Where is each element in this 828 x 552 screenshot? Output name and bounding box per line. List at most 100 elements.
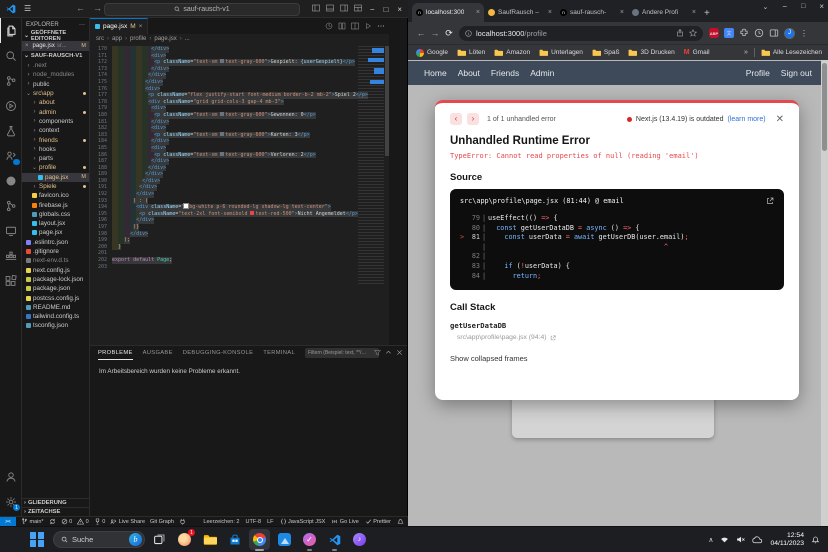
- file-tailwind-config-ts[interactable]: tailwind.config.ts: [22, 312, 89, 321]
- nav-link-sign-out[interactable]: Sign out: [781, 68, 812, 78]
- taskbar-search-input[interactable]: Suche b: [53, 531, 145, 548]
- prev-error-button[interactable]: ‹: [450, 113, 462, 125]
- task-view-icon[interactable]: [149, 529, 170, 550]
- menu-icon[interactable]: ☰: [24, 4, 31, 13]
- next-error-button[interactable]: ›: [467, 113, 479, 125]
- folder-spiele[interactable]: › Spiele: [22, 182, 89, 191]
- vscode-icon[interactable]: [324, 529, 345, 551]
- side-panel-icon[interactable]: [769, 28, 779, 38]
- start-button-icon[interactable]: [30, 532, 45, 547]
- file-package-lock-json[interactable]: package-lock.json: [22, 275, 89, 284]
- toggle-sidebar-icon[interactable]: [312, 4, 320, 12]
- editor-scrollbar[interactable]: [385, 46, 389, 156]
- panel-tab-debugging-konsole[interactable]: DEBUGGING-KONSOLE: [183, 350, 254, 356]
- live-share-icon[interactable]: [0, 143, 22, 168]
- close-tab-icon[interactable]: ×: [692, 9, 696, 16]
- filter-icon[interactable]: [374, 349, 381, 356]
- file-next-config-js[interactable]: next.config.js: [22, 266, 89, 275]
- folder-components[interactable]: › components: [22, 117, 89, 126]
- testing-icon[interactable]: [0, 118, 22, 143]
- editor-tab-pagejsx[interactable]: page.jsx M ×: [90, 18, 149, 34]
- remote-indicator[interactable]: ><: [0, 516, 16, 527]
- split-editor-icon[interactable]: [351, 22, 359, 30]
- status-item-javascript-jsx[interactable]: JavaScript JSX: [280, 518, 325, 525]
- containers-icon[interactable]: [0, 243, 22, 268]
- file-layout-jsx[interactable]: layout.jsx: [22, 219, 89, 228]
- file-package-json[interactable]: package.json: [22, 284, 89, 293]
- customize-layout-icon[interactable]: [354, 4, 362, 12]
- problems-filter-input[interactable]: Filtern (Beispiel: text, **/…: [305, 348, 379, 358]
- status-item-live-share[interactable]: Live Share: [110, 518, 145, 525]
- status-item-sync[interactable]: [49, 518, 56, 525]
- open-changes-icon[interactable]: [338, 22, 346, 30]
- breadcrumb[interactable]: src › app › profile › page.jsx ›...: [90, 34, 389, 44]
- microsoft-store-icon[interactable]: [224, 529, 245, 550]
- address-bar[interactable]: localhost:3000/profile: [459, 25, 703, 41]
- file-favicon-ico[interactable]: favicon.ico: [22, 191, 89, 200]
- extensions-icon[interactable]: [0, 268, 22, 293]
- learn-more-link[interactable]: (learn more): [727, 116, 765, 123]
- folder--next[interactable]: › .next: [22, 61, 89, 70]
- clock[interactable]: 12:54 04/11/2023: [770, 532, 804, 548]
- bookmarks-overflow-icon[interactable]: »: [744, 49, 748, 56]
- status-item-bell[interactable]: [397, 518, 404, 525]
- close-overlay-icon[interactable]: ✕: [776, 114, 784, 125]
- run-icon[interactable]: [364, 22, 372, 30]
- status-item-go-live[interactable]: Go Live: [331, 518, 359, 525]
- folder-parts[interactable]: › parts: [22, 154, 89, 163]
- panel-tab-terminal[interactable]: TERMINAL: [263, 350, 295, 356]
- folder-profile[interactable]: ⌄ profile: [22, 163, 89, 172]
- file-explorer-icon[interactable]: [199, 529, 220, 550]
- close-button[interactable]: ×: [397, 5, 402, 14]
- folder-src-app[interactable]: ⌄ src\app: [22, 89, 89, 98]
- minimize-button[interactable]: −: [782, 2, 787, 11]
- folder-about[interactable]: › about: [22, 98, 89, 107]
- minimap[interactable]: [358, 46, 384, 286]
- bookmark-3d-drucken[interactable]: 3D Drucken: [628, 49, 675, 57]
- breadcrumb-item[interactable]: page.jsx: [154, 36, 176, 42]
- back-icon[interactable]: ←: [414, 28, 428, 38]
- nav-link-profile[interactable]: Profile: [746, 68, 770, 78]
- adblock-extension-icon[interactable]: ABP: [709, 28, 719, 38]
- bookmark-unterlagen[interactable]: Unterlagen: [539, 49, 583, 57]
- file-readme-md[interactable]: README.md: [22, 303, 89, 312]
- file--gitignore[interactable]: .gitignore: [22, 247, 89, 256]
- nav-link-admin[interactable]: Admin: [530, 68, 554, 78]
- folder-admin[interactable]: › admin: [22, 107, 89, 116]
- extensions-puzzle-icon[interactable]: [739, 28, 749, 38]
- source-control-icon[interactable]: [0, 68, 22, 93]
- photos-app-icon[interactable]: [274, 529, 295, 550]
- file-tsconfig-json[interactable]: tsconfig.json: [22, 321, 89, 330]
- breadcrumb-item[interactable]: profile: [130, 36, 146, 42]
- status-item-main-[interactable]: main*: [21, 518, 44, 525]
- open-in-editor-icon[interactable]: [766, 197, 774, 205]
- status-item-plug[interactable]: [179, 518, 186, 525]
- nav-back-icon[interactable]: ←: [76, 3, 85, 13]
- explorer-icon[interactable]: [0, 18, 22, 43]
- settings-gear-icon[interactable]: 1: [0, 489, 22, 514]
- status-item-0[interactable]: 0: [61, 518, 72, 525]
- explorer-actions-icon[interactable]: ···: [79, 22, 85, 28]
- bookmark-amazon[interactable]: Amazon: [494, 49, 530, 57]
- forward-icon[interactable]: →: [428, 28, 442, 38]
- search-icon[interactable]: [0, 43, 22, 68]
- status-item-lf[interactable]: LF: [267, 519, 273, 525]
- stack-frame-location[interactable]: src\app\profile\page.jsx (94:4): [457, 334, 784, 341]
- file-globals-css[interactable]: globals.css: [22, 210, 89, 219]
- profile-avatar[interactable]: J: [784, 27, 795, 39]
- share-icon[interactable]: [676, 29, 684, 37]
- panel-tab-probleme[interactable]: PROBLEME: [98, 346, 133, 360]
- outline-section[interactable]: › GLIEDERUNG: [22, 498, 89, 507]
- breadcrumb-item[interactable]: app: [112, 36, 122, 42]
- bookmark-google[interactable]: Google: [416, 48, 448, 57]
- breadcrumb-item[interactable]: src: [96, 36, 104, 42]
- nav-link-about[interactable]: About: [458, 68, 480, 78]
- onedrive-cloud-icon[interactable]: [752, 535, 763, 544]
- page-scrollbar[interactable]: [821, 60, 828, 526]
- new-tab-button[interactable]: +: [704, 8, 710, 19]
- volume-muted-icon[interactable]: [736, 535, 746, 544]
- clock-app-icon[interactable]: 1: [174, 529, 195, 550]
- browser-tab[interactable]: SaufRausch – ×: [484, 3, 556, 22]
- file-page-jsx[interactable]: page.jsx M: [22, 172, 89, 182]
- maximize-button[interactable]: □: [801, 3, 805, 10]
